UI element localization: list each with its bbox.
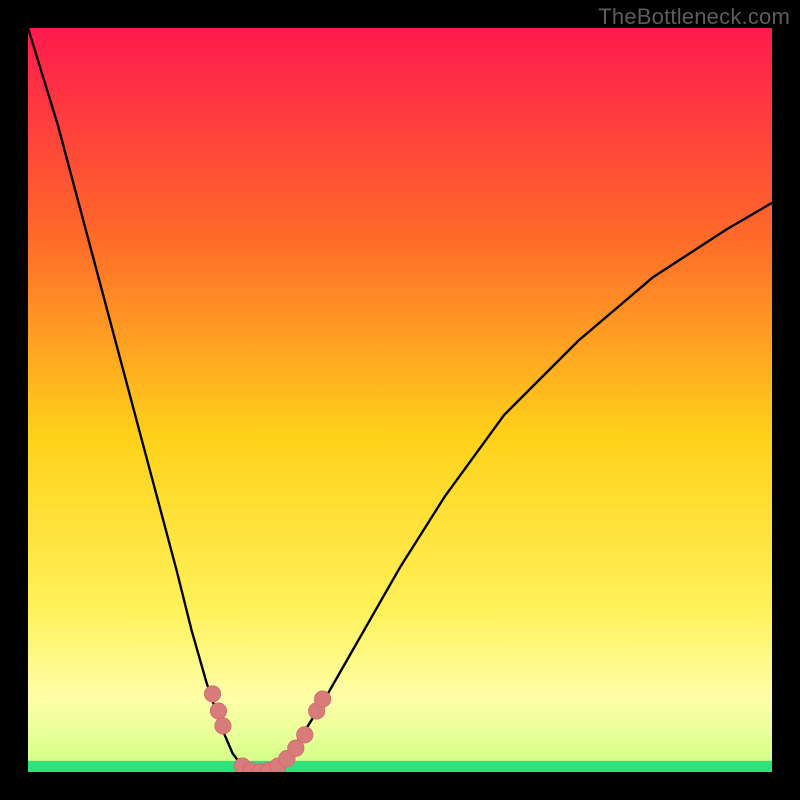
watermark-text: TheBottleneck.com bbox=[598, 4, 790, 30]
outer-frame: TheBottleneck.com bbox=[0, 0, 800, 800]
marker-dot bbox=[297, 727, 313, 743]
chart-svg bbox=[28, 28, 772, 772]
marker-dot bbox=[210, 703, 226, 719]
heat-background bbox=[28, 28, 772, 772]
plot-area bbox=[28, 28, 772, 772]
marker-dot bbox=[204, 686, 220, 702]
marker-dot bbox=[314, 691, 330, 707]
marker-dot bbox=[215, 718, 231, 734]
green-band bbox=[28, 761, 772, 772]
